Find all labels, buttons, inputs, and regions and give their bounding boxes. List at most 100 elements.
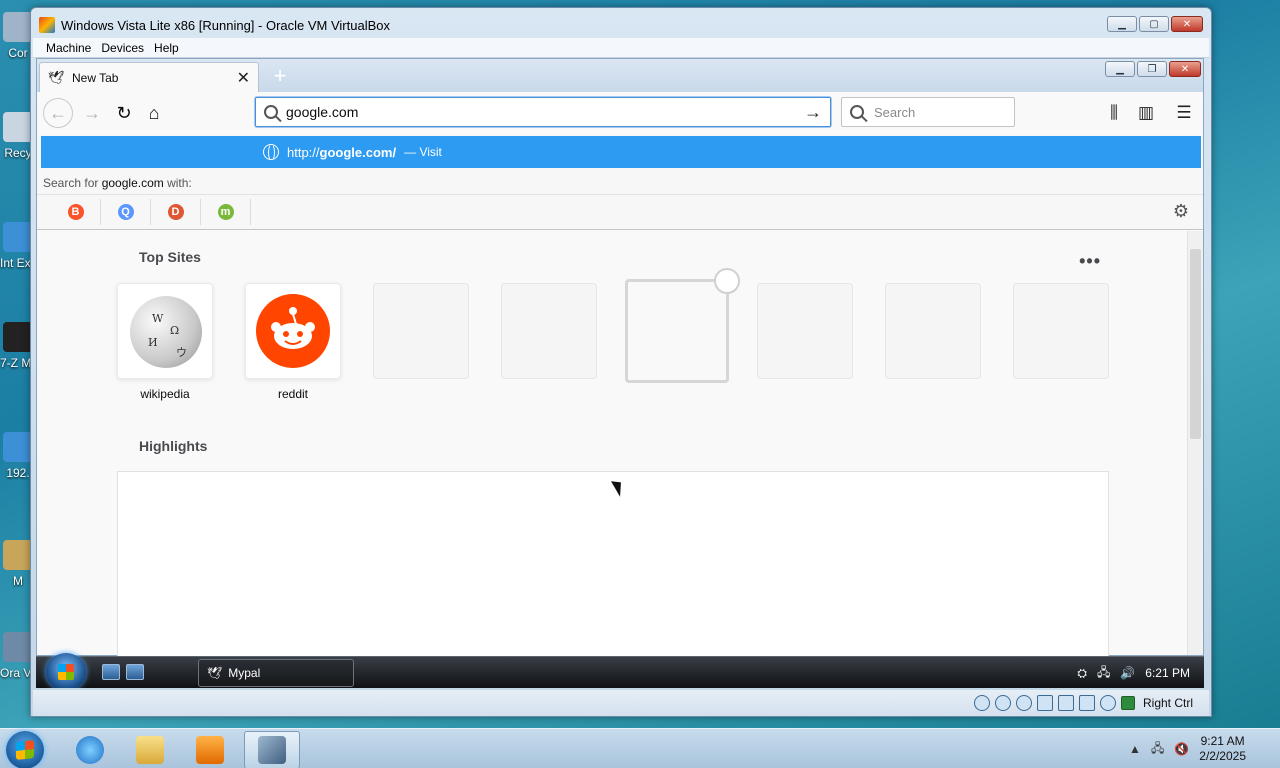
host-volume-muted-icon[interactable]: 🔇 [1174, 742, 1189, 756]
host-clock[interactable]: 9:21 AM 2/2/2025 [1199, 734, 1246, 764]
top-site-label: reddit [277, 387, 309, 401]
back-button[interactable]: ← [43, 98, 73, 128]
search-engine-button[interactable]: D [151, 198, 201, 225]
search-icon [264, 105, 278, 119]
host-network-icon[interactable]: 🖧 [1151, 739, 1164, 760]
guest-taskbar: 🕊 Mypal ⛭ 🖧 🔊 6:21 PM [36, 653, 1204, 688]
desktop-shortcut-icon [3, 12, 33, 42]
duckduckgo-engine-icon: D [167, 203, 184, 220]
top-site-tile-empty[interactable] [1013, 283, 1109, 379]
windows-logo-icon [16, 740, 34, 760]
top-site-tile-empty[interactable] [757, 283, 853, 379]
globe-icon [263, 144, 279, 161]
show-hidden-icons-icon[interactable]: ▲ [1129, 742, 1141, 756]
browser-restore-button[interactable]: ❐ [1137, 61, 1167, 77]
pinned-explorer[interactable] [122, 731, 178, 768]
search-engine-button[interactable]: Q [101, 198, 151, 225]
reload-button[interactable]: ↻ [109, 98, 139, 128]
recording-icon[interactable] [1099, 695, 1116, 711]
highlights-card [117, 471, 1109, 661]
vista-start-button[interactable] [46, 653, 86, 688]
desktop-shortcut-icon [3, 222, 33, 252]
hamburger-menu-icon[interactable]: ☰ [1169, 98, 1199, 128]
tile-pin-badge-icon[interactable] [714, 268, 740, 294]
virtualbox-icon [258, 736, 286, 764]
desktop-shortcut-icon [3, 540, 33, 570]
close-tab-icon[interactable]: ✕ [237, 68, 250, 88]
search-input[interactable] [874, 104, 1050, 120]
switch-windows-icon[interactable] [126, 664, 144, 680]
host-start-button[interactable] [6, 731, 44, 768]
url-input[interactable] [286, 104, 796, 120]
search-for-label: Search for google.com with: [43, 176, 192, 190]
host-clock-time: 9:21 AM [1200, 734, 1245, 748]
pinned-media-player[interactable] [182, 731, 238, 768]
desktop-shortcut-icon [3, 322, 33, 352]
menu-devices[interactable]: Devices [98, 38, 151, 57]
desktop-shortcut-icon [3, 632, 33, 662]
url-autocomplete-popup: http://google.com/ — Visit Search for go… [37, 134, 1203, 230]
close-button[interactable]: ✕ [1171, 16, 1203, 32]
hard-disk-icon[interactable] [973, 695, 990, 711]
sidebar-toggle-icon[interactable]: ▥ [1131, 98, 1161, 128]
virtualbox-app-icon [39, 17, 55, 33]
audio-icon[interactable] [1015, 695, 1032, 711]
menu-help[interactable]: Help [151, 38, 186, 57]
new-tab-button[interactable]: + [267, 63, 293, 89]
taskbar-mypal-button[interactable]: 🕊 Mypal [198, 659, 354, 687]
go-arrow-icon[interactable]: → [804, 102, 822, 123]
maximize-button[interactable]: ▢ [1139, 16, 1169, 32]
browser-window-controls: ▁ ❐ ✕ [1105, 61, 1201, 77]
top-site-tile-empty[interactable] [501, 283, 597, 379]
minimize-button[interactable]: ▁ [1107, 16, 1137, 32]
desktop-shortcut-icon [3, 432, 33, 462]
shared-folders-icon[interactable] [1057, 695, 1074, 711]
optical-drive-icon[interactable] [994, 695, 1011, 711]
library-icon[interactable]: ⫼ [1099, 98, 1129, 128]
search-settings-gear-icon[interactable]: ⚙ [1173, 201, 1189, 222]
vbox-window-title: Windows Vista Lite x86 [Running] - Oracl… [61, 17, 390, 33]
vbox-statusbar: Right Ctrl [33, 690, 1209, 716]
host-clock-date: 2/2/2025 [1199, 749, 1246, 763]
url-bar[interactable]: → [255, 97, 831, 127]
guest-system-tray: ⛭ 🖧 🔊 6:21 PM [1077, 657, 1190, 688]
network-icon[interactable] [1036, 695, 1053, 711]
tab-new-tab[interactable]: 🕊 New Tab ✕ [39, 62, 259, 92]
reddit-logo-icon [256, 294, 330, 368]
network-disconnected-icon[interactable]: 🖧 [1097, 663, 1110, 684]
mojeek-engine-icon: m [217, 203, 234, 220]
suggestion-url: http://google.com/ [287, 144, 397, 160]
home-button[interactable]: ⌂ [139, 98, 169, 128]
desktop-shortcut-icon [3, 112, 33, 142]
display-icon[interactable] [1078, 695, 1095, 711]
search-engine-button[interactable]: B [51, 198, 101, 225]
host-system-tray: ▲ 🖧 🔇 9:21 AM 2/2/2025 [1129, 729, 1270, 768]
top-site-tile-reddit[interactable] [245, 283, 341, 379]
more-options-icon[interactable]: ••• [1079, 251, 1101, 272]
scrollbar-thumb[interactable] [1190, 249, 1201, 439]
new-tab-page: Top Sites ••• WΩИウ wikipedia reddit High… [37, 231, 1187, 661]
forward-button[interactable]: → [77, 98, 107, 128]
one-off-search-engines: B Q Dm ⚙ [37, 194, 1203, 228]
browser-minimize-button[interactable]: ▁ [1105, 61, 1135, 77]
guest-clock[interactable]: 6:21 PM [1145, 666, 1190, 680]
top-site-tile-empty[interactable] [885, 283, 981, 379]
tray-app-icon[interactable]: ⛭ [1077, 666, 1087, 681]
suggestion-visit-row[interactable]: http://google.com/ — Visit [41, 136, 1201, 168]
pinned-virtualbox[interactable] [244, 731, 300, 768]
show-desktop-icon[interactable] [102, 664, 120, 680]
menu-machine[interactable]: Machine [33, 38, 98, 57]
top-site-tile-empty-hover[interactable] [625, 268, 740, 383]
top-site-label: wikipedia [140, 387, 190, 401]
top-site-tile-wikipedia[interactable]: WΩИウ [117, 283, 213, 379]
browser-window: 🕊 New Tab ✕ + ▁ ❐ ✕ ← → ↻ ⌂ → [36, 58, 1204, 661]
volume-icon[interactable]: 🔊 [1120, 666, 1135, 680]
search-box[interactable] [841, 97, 1050, 127]
top-site-tile-empty[interactable] [373, 283, 469, 379]
vbox-window-controls: ▁ ▢ ✕ [1107, 16, 1203, 32]
pinned-internet-explorer[interactable] [62, 731, 118, 768]
vbox-menubar: Machine Devices Help [33, 38, 1209, 58]
page-scrollbar[interactable] [1187, 231, 1203, 655]
browser-close-button[interactable]: ✕ [1169, 61, 1201, 77]
search-engine-button[interactable]: m [201, 198, 251, 225]
